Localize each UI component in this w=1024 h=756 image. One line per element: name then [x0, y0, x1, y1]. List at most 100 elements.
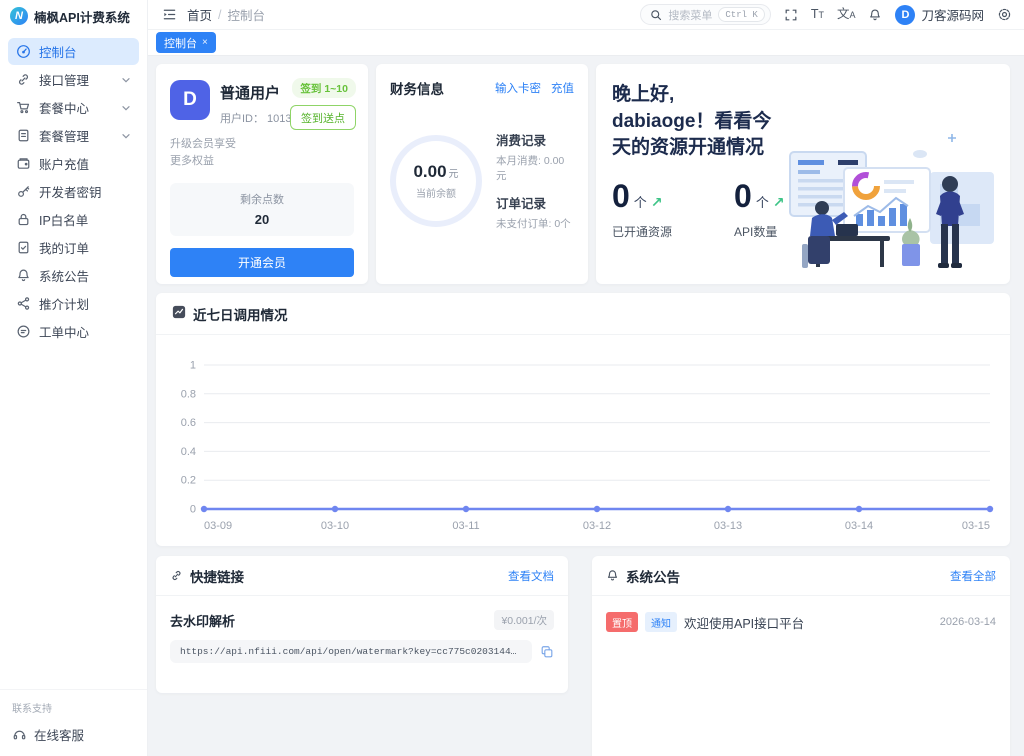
breadcrumb-current: 控制台 [227, 9, 266, 23]
order-check-icon [16, 240, 31, 255]
user-role: 普通用户 [220, 85, 281, 102]
online-service-label: 在线客服 [34, 729, 85, 743]
tab-label: 控制台 [164, 37, 197, 50]
sidebar-item-ip-whitelist[interactable]: IP白名单 [8, 206, 139, 233]
sidebar-item-label: 工单中心 [39, 326, 90, 340]
dashboard-icon [16, 44, 31, 59]
sidebar-collapse-icon[interactable] [162, 7, 177, 22]
checkin-button[interactable]: 签到送点 [290, 105, 356, 130]
upgrade-hint: 升级会员享受 更多权益 [170, 138, 236, 168]
open-vip-button[interactable]: 开通会员 [170, 248, 354, 278]
share-icon [16, 296, 31, 311]
bell-icon [16, 268, 31, 283]
svg-text:0.8: 0.8 [181, 388, 196, 400]
user-id: 用户ID： 1013 [220, 113, 292, 125]
user-menu[interactable]: D 刀客源码网 [895, 4, 984, 25]
sidebar-item-developer-key[interactable]: 开发者密钥 [8, 178, 139, 205]
chevron-down-icon [121, 103, 131, 113]
fullscreen-icon[interactable] [784, 8, 798, 22]
topbar: 首页 / 控制台 搜索菜单 Ctrl K TT 文A D 刀客源码网 [148, 0, 1024, 30]
sidebar-item-account-recharge[interactable]: 账户充值 [8, 150, 139, 177]
search-icon [650, 9, 662, 21]
balance-circle: 0.00 元 当前余额 [390, 134, 482, 227]
sidebar-item-announcements[interactable]: 系统公告 [8, 262, 139, 289]
svg-text:03-10: 03-10 [321, 520, 349, 532]
sidebar-item-label: 接口管理 [39, 74, 90, 88]
copy-icon[interactable] [540, 645, 554, 659]
stat-value: 0 [612, 177, 630, 214]
key-icon [16, 184, 31, 199]
sidebar-item-package-center[interactable]: 套餐中心 [8, 94, 139, 121]
order-record-detail: 未支付订单: 0个 [496, 218, 571, 230]
view-docs-link[interactable]: 查看文档 [508, 568, 554, 584]
settings-gear-icon[interactable] [997, 7, 1012, 22]
tab-close-icon[interactable]: × [202, 37, 208, 48]
office-illustration [782, 132, 1000, 275]
card-key-link[interactable]: 输入卡密 [495, 80, 541, 96]
notifications-bell-icon[interactable] [868, 8, 882, 22]
logo-text: 楠枫API计费系统 [34, 10, 130, 25]
sidebar-item-dashboard[interactable]: 控制台 [8, 38, 139, 65]
announcement-date: 2026-03-14 [939, 616, 996, 628]
breadcrumb-separator: / [218, 7, 222, 22]
user-avatar: D [170, 80, 210, 120]
api-url-field[interactable]: https://api.nfiii.com/api/open/watermark… [170, 640, 532, 663]
calls-line-chart: 0 0.2 0.4 0.6 0.8 1 03-09 03-10 03-11 03-12 03-13 0… [181, 360, 994, 532]
chevron-down-icon [121, 131, 131, 141]
topbar-actions: 搜索菜单 Ctrl K TT 文A D 刀客源码网 [640, 4, 1012, 25]
recharge-link[interactable]: 充值 [551, 80, 574, 96]
logo-icon: N [10, 7, 28, 25]
breadcrumb-home[interactable]: 首页 [187, 5, 212, 24]
greeting-text: 晚上好, dabiaoge！看看今天的资源开通情况 [612, 84, 772, 159]
main-column: 首页 / 控制台 搜索菜单 Ctrl K TT 文A D 刀客源码网 控制台 ×… [148, 0, 1024, 756]
chevron-down-icon [121, 75, 131, 85]
wallet-icon [16, 156, 31, 171]
stat-label: API数量 [734, 224, 778, 239]
bell-icon [606, 569, 619, 582]
stat-unit: 个 [755, 194, 769, 210]
sidebar-item-referral[interactable]: 推介计划 [8, 290, 139, 317]
sidebar-item-my-orders[interactable]: 我的订单 [8, 234, 139, 261]
quick-link-name: 去水印解析 [170, 613, 236, 629]
sidebar-menu: 控制台 接口管理 套餐中心 套餐管理 账户充值 开发者密钥 IP白名单 我的订单… [0, 32, 147, 352]
announcement-item[interactable]: 置顶 通知 欢迎使用API接口平台 2026-03-14 [592, 596, 1010, 648]
svg-text:03-13: 03-13 [714, 520, 742, 532]
announcement-text: 欢迎使用API接口平台 [684, 616, 805, 631]
breadcrumb: 首页 / 控制台 [187, 5, 265, 24]
points-value: 20 [254, 212, 270, 228]
sidebar: N 楠枫API计费系统 控制台 接口管理 套餐中心 套餐管理 账户充值 开发者密… [0, 0, 148, 756]
svg-text:03-12: 03-12 [583, 520, 611, 532]
translate-icon[interactable]: 文A [837, 8, 856, 21]
sidebar-item-api-management[interactable]: 接口管理 [8, 66, 139, 93]
balance-unit: 元 [448, 168, 459, 180]
search-shortcut-badge: Ctrl K [718, 7, 765, 22]
app-root: N 楠枫API计费系统 控制台 接口管理 套餐中心 套餐管理 账户充值 开发者密… [0, 0, 1024, 756]
pinned-badge: 置顶 [606, 612, 638, 632]
online-service-button[interactable]: 在线客服 [12, 725, 135, 744]
cart-icon [16, 100, 31, 115]
sidebar-item-label: 我的订单 [39, 242, 90, 256]
search-placeholder: 搜索菜单 [668, 9, 713, 22]
logo[interactable]: N 楠枫API计费系统 [0, 0, 147, 32]
link-icon [170, 569, 183, 582]
ticket-chat-icon [16, 324, 31, 339]
svg-text:0: 0 [190, 504, 196, 516]
svg-text:03-15: 03-15 [962, 520, 990, 532]
price-badge: ¥0.001/次 [494, 610, 554, 630]
sidebar-item-tickets[interactable]: 工单中心 [8, 318, 139, 345]
calls-chart-card: 近七日调用情况 0 0.2 0.4 0.6 0.8 1 03-09 03-10 03-11 03-… [156, 293, 1010, 546]
view-all-link[interactable]: 查看全部 [950, 568, 996, 584]
stat-api-count: 0 个 ↗ API数量 [734, 178, 785, 240]
svg-text:1: 1 [190, 360, 196, 372]
notice-badge: 通知 [645, 612, 677, 632]
font-size-icon[interactable]: TT [811, 8, 824, 21]
points-label: 剩余点数 [240, 194, 284, 207]
stat-value: 0 [734, 177, 752, 214]
order-record-title: 订单记录 [496, 197, 547, 211]
tabbar: 控制台 × [148, 30, 1024, 56]
search-input[interactable]: 搜索菜单 Ctrl K [640, 4, 771, 25]
sidebar-item-package-management[interactable]: 套餐管理 [8, 122, 139, 149]
announcements-title: 系统公告 [626, 569, 680, 585]
tab-dashboard[interactable]: 控制台 × [156, 32, 216, 53]
points-box: 剩余点数 20 [170, 183, 354, 237]
